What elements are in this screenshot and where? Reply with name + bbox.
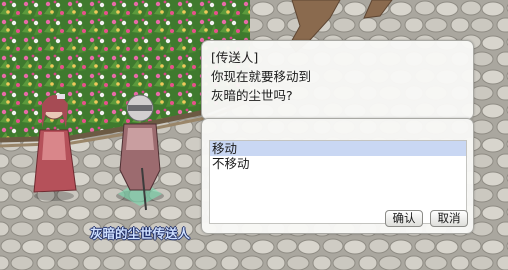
game-viewport[interactable]: [传送人] 你现在就要移动到 灰暗的尘世吗? 移动 不移动 确认 取消 灰暗的尘… bbox=[0, 0, 508, 270]
npc-message-window: [传送人] 你现在就要移动到 灰暗的尘世吗? bbox=[201, 40, 474, 120]
npc-name-label: 灰暗的尘世传送人 bbox=[90, 226, 191, 241]
choice-list[interactable]: 移动 不移动 bbox=[209, 140, 467, 224]
choice-move[interactable]: 移动 bbox=[210, 141, 466, 156]
cancel-button[interactable]: 取消 bbox=[430, 210, 468, 227]
npc-choice-window: 移动 不移动 确认 取消 bbox=[201, 118, 474, 234]
ok-button[interactable]: 确认 bbox=[385, 210, 423, 227]
npc-message-text: [传送人] 你现在就要移动到 灰暗的尘世吗? bbox=[211, 50, 312, 103]
choice-dont-move[interactable]: 不移动 bbox=[210, 156, 466, 171]
